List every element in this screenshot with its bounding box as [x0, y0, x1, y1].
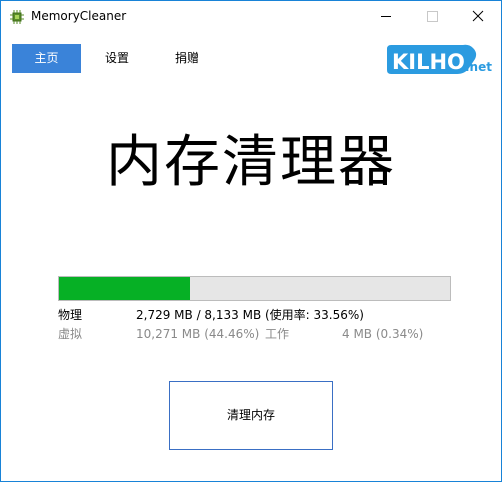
- virtual-memory-value: 10,271 MB (44.46%): [136, 327, 260, 341]
- maximize-button[interactable]: [409, 1, 455, 32]
- logo-text: KILHO: [392, 50, 465, 74]
- working-set-value: 4 MB (0.34%): [342, 327, 424, 341]
- kilho-logo[interactable]: KILHO .net: [385, 39, 493, 79]
- maximize-icon: [427, 11, 438, 22]
- page-title: 内存清理器: [106, 130, 396, 195]
- close-button[interactable]: [455, 1, 501, 32]
- memory-usage-fill: [59, 277, 190, 300]
- app-window: MemoryCleaner 主页 设置 捐赠 KILHO .net 内存清理器: [0, 0, 502, 482]
- memory-usage-bar: [58, 276, 451, 301]
- tab-donate[interactable]: 捐赠: [159, 44, 215, 73]
- physical-memory-label: 物理: [58, 308, 83, 322]
- minimize-button[interactable]: [363, 1, 409, 32]
- memory-chip-icon: [10, 9, 24, 24]
- tab-settings[interactable]: 设置: [89, 44, 145, 73]
- close-icon: [472, 10, 484, 22]
- clean-memory-button[interactable]: 清理内存: [169, 381, 333, 450]
- tab-home[interactable]: 主页: [12, 44, 81, 73]
- virtual-memory-label: 虚拟: [58, 327, 83, 341]
- logo-suffix: .net: [465, 60, 492, 74]
- minimize-icon: [381, 16, 391, 17]
- working-set-label: 工作: [265, 327, 290, 341]
- physical-memory-value: 2,729 MB / 8,133 MB (使用率: 33.56%): [136, 308, 364, 322]
- window-title: MemoryCleaner: [31, 9, 127, 23]
- title-bar[interactable]: MemoryCleaner: [1, 1, 501, 32]
